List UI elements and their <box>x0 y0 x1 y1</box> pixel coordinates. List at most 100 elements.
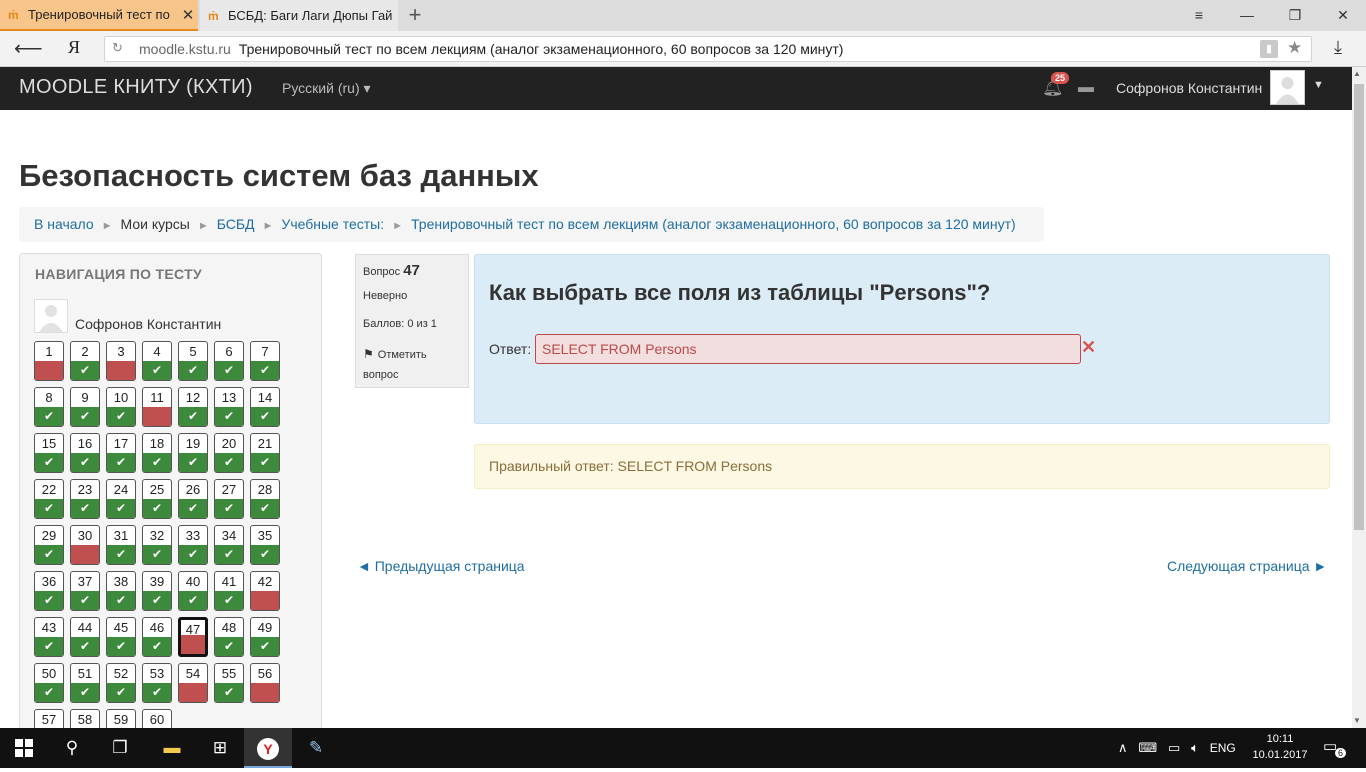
question-nav-button[interactable]: 44 ✔ <box>70 617 100 657</box>
question-nav-button[interactable]: 48 ✔ <box>214 617 244 657</box>
answer-field[interactable]: SELECT FROM Persons <box>535 334 1081 364</box>
store-icon[interactable]: ⊞ <box>196 728 244 768</box>
file-explorer-icon[interactable]: ▬ <box>148 728 196 768</box>
question-nav-button[interactable]: 12 ✔ <box>178 387 208 427</box>
question-nav-button[interactable]: 39 ✔ <box>142 571 172 611</box>
question-nav-button[interactable]: 52 ✔ <box>106 663 136 703</box>
question-nav-button[interactable]: 55 ✔ <box>214 663 244 703</box>
restore-button[interactable]: ❐ <box>1272 0 1318 31</box>
question-nav-button[interactable]: 51 ✔ <box>70 663 100 703</box>
question-nav-button[interactable]: 27 ✔ <box>214 479 244 519</box>
question-nav-button[interactable]: 19 ✔ <box>178 433 208 473</box>
address-bar[interactable]: moodle.kstu.ru Тренировочный тест по всем… <box>104 36 1312 62</box>
question-nav-button[interactable]: 32 ✔ <box>142 525 172 565</box>
question-nav-button[interactable]: 9 ✔ <box>70 387 100 427</box>
question-nav-button[interactable]: 53 ✔ <box>142 663 172 703</box>
network-icon[interactable]: ▭ <box>1168 740 1180 755</box>
messages-icon[interactable]: ▬ <box>1078 79 1094 97</box>
windows-start-icon[interactable] <box>0 728 48 768</box>
question-nav-button[interactable]: 33 ✔ <box>178 525 208 565</box>
volume-icon[interactable]: 🔈︎ <box>1191 740 1199 755</box>
question-nav-button[interactable]: 25 ✔ <box>142 479 172 519</box>
question-nav-button[interactable]: 40 ✔ <box>178 571 208 611</box>
bookmark-star-icon[interactable]: ★ <box>1287 38 1302 58</box>
caret-down-icon[interactable]: ▼ <box>1313 79 1324 91</box>
previous-page-link[interactable]: ◄ Предыдущая страница <box>357 558 525 574</box>
search-icon[interactable]: ⚲ <box>48 728 96 768</box>
clock[interactable]: 10:11 10.01.2017 <box>1252 731 1308 763</box>
chevron-up-icon[interactable]: ∧ <box>1118 740 1128 755</box>
scrollbar-thumb[interactable] <box>1354 84 1364 530</box>
user-menu-name[interactable]: Софронов Константин <box>1116 80 1262 96</box>
avatar[interactable] <box>1270 70 1305 105</box>
close-window-button[interactable]: ✕ <box>1320 0 1366 31</box>
question-nav-button[interactable]: 47 <box>178 617 208 657</box>
question-nav-button[interactable]: 41 ✔ <box>214 571 244 611</box>
question-nav-button[interactable]: 24 ✔ <box>106 479 136 519</box>
flag-question-link[interactable]: ⚑ Отметить вопрос <box>363 344 453 385</box>
question-nav-button[interactable]: 35 ✔ <box>250 525 280 565</box>
question-nav-button[interactable]: 23 ✔ <box>70 479 100 519</box>
language-menu[interactable]: Русский (ru) ▾ <box>282 80 371 97</box>
breadcrumb-section[interactable]: Учебные тесты: <box>281 216 384 232</box>
breadcrumb-home[interactable]: В начало <box>34 216 94 232</box>
question-nav-button[interactable]: 13 ✔ <box>214 387 244 427</box>
question-nav-button[interactable]: 10 ✔ <box>106 387 136 427</box>
question-nav-button[interactable]: 29 ✔ <box>34 525 64 565</box>
back-arrow-icon[interactable]: ⟵ <box>14 36 43 61</box>
question-nav-button[interactable]: 15 ✔ <box>34 433 64 473</box>
question-nav-button[interactable]: 8 ✔ <box>34 387 64 427</box>
question-nav-button[interactable]: 30 <box>70 525 100 565</box>
question-nav-button[interactable]: 49 ✔ <box>250 617 280 657</box>
breadcrumb-quiz[interactable]: Тренировочный тест по всем лекциям (анал… <box>411 216 1016 232</box>
reload-icon[interactable]: ↻ <box>112 40 123 56</box>
question-nav-button[interactable]: 14 ✔ <box>250 387 280 427</box>
question-nav-button[interactable]: 50 ✔ <box>34 663 64 703</box>
menu-icon[interactable]: ≡ <box>1176 0 1222 31</box>
question-nav-button[interactable]: 20 ✔ <box>214 433 244 473</box>
question-nav-button[interactable]: 56 <box>250 663 280 703</box>
question-nav-button[interactable]: 1 <box>34 341 64 381</box>
question-nav-button[interactable]: 21 ✔ <box>250 433 280 473</box>
lock-icon[interactable]: ▮ <box>1260 40 1278 58</box>
question-nav-button[interactable]: 7 ✔ <box>250 341 280 381</box>
breadcrumb-course[interactable]: БСБД <box>217 216 255 232</box>
keyboard-icon[interactable]: ⌨ <box>1138 740 1157 755</box>
question-nav-button[interactable]: 6 ✔ <box>214 341 244 381</box>
task-view-icon[interactable]: ❐ <box>96 728 144 768</box>
question-nav-button[interactable]: 26 ✔ <box>178 479 208 519</box>
download-icon[interactable]: ⤓ <box>1334 37 1342 58</box>
question-nav-button[interactable]: 43 ✔ <box>34 617 64 657</box>
question-nav-button[interactable]: 28 ✔ <box>250 479 280 519</box>
scroll-down-arrow-icon[interactable]: ▼ <box>1353 716 1361 725</box>
paint-icon[interactable]: ✎ <box>292 728 340 768</box>
browser-tab[interactable]: ṁ БСБД: Баги Лаги Дюпы Гай <box>200 0 398 31</box>
scroll-up-arrow-icon[interactable]: ▲ <box>1353 69 1361 78</box>
question-nav-button[interactable]: 22 ✔ <box>34 479 64 519</box>
yandex-logo[interactable]: Я <box>68 37 80 58</box>
site-brand[interactable]: MOODLE КНИТУ (КХТИ) <box>19 76 253 99</box>
question-nav-button[interactable]: 17 ✔ <box>106 433 136 473</box>
question-nav-button[interactable]: 16 ✔ <box>70 433 100 473</box>
minimize-button[interactable]: — <box>1224 0 1270 31</box>
close-tab-icon[interactable]: ✕ <box>178 6 198 24</box>
question-nav-button[interactable]: 46 ✔ <box>142 617 172 657</box>
new-tab-button[interactable]: + <box>402 3 428 29</box>
question-nav-button[interactable]: 45 ✔ <box>106 617 136 657</box>
question-nav-button[interactable]: 38 ✔ <box>106 571 136 611</box>
question-nav-button[interactable]: 11 <box>142 387 172 427</box>
question-nav-button[interactable]: 36 ✔ <box>34 571 64 611</box>
question-nav-button[interactable]: 2 ✔ <box>70 341 100 381</box>
question-nav-button[interactable]: 54 <box>178 663 208 703</box>
question-nav-button[interactable]: 42 <box>250 571 280 611</box>
input-language[interactable]: ENG <box>1210 741 1236 755</box>
next-page-link[interactable]: Следующая страница ► <box>1167 558 1327 574</box>
question-nav-button[interactable]: 34 ✔ <box>214 525 244 565</box>
browser-tab-active[interactable]: ṁ Тренировочный тест по ✕ <box>0 0 198 31</box>
question-nav-button[interactable]: 4 ✔ <box>142 341 172 381</box>
question-nav-button[interactable]: 37 ✔ <box>70 571 100 611</box>
yandex-browser-taskbar-icon[interactable]: Y <box>244 728 292 768</box>
question-nav-button[interactable]: 3 <box>106 341 136 381</box>
question-nav-button[interactable]: 5 ✔ <box>178 341 208 381</box>
question-nav-button[interactable]: 31 ✔ <box>106 525 136 565</box>
